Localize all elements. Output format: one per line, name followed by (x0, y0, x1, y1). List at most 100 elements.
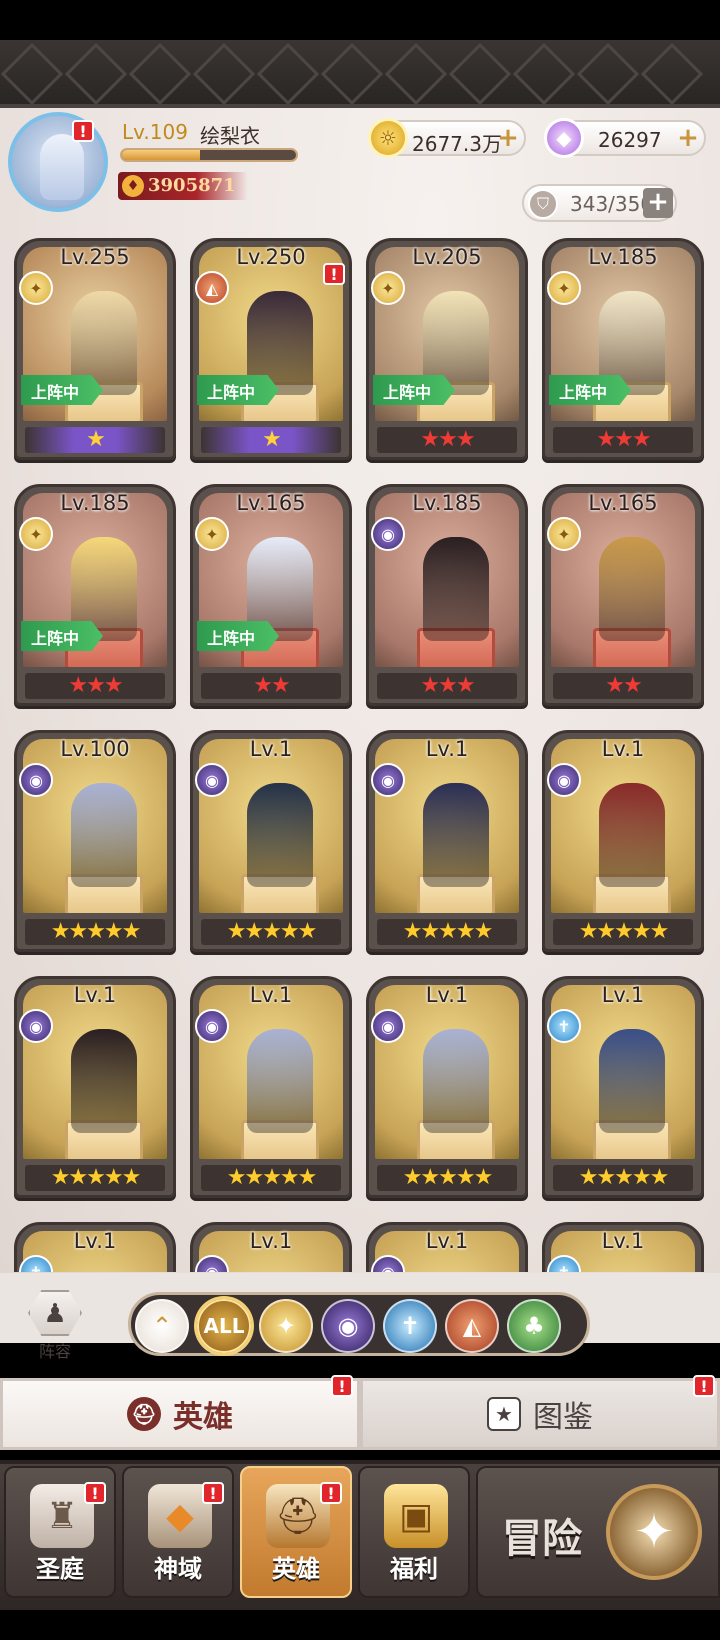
status-bar (0, 0, 720, 40)
nature-faction-icon[interactable]: ♣ (507, 1299, 561, 1353)
nav-welfare-label: 福利 (390, 1555, 438, 1583)
light-faction-icon: ✦ (371, 271, 405, 305)
hero-sprite (71, 1029, 137, 1133)
tab-heroes-alert-icon: ! (331, 1375, 353, 1397)
hero-sprite (599, 1029, 665, 1133)
tab-heroes[interactable]: ⛑ 英雄 ! (0, 1375, 360, 1450)
diamond-icon: ◆ (544, 118, 584, 158)
hero-card[interactable]: Lv.1 ✝ ★★★★★ (542, 976, 704, 1198)
hero-level: Lv.1 (601, 983, 645, 1007)
nav-heroes[interactable]: ⛑ 英雄 ! (240, 1466, 352, 1598)
hero-card[interactable]: Lv.1 ◉ ★★★★★ (542, 730, 704, 952)
nav-heroes-label: 英雄 (272, 1555, 320, 1583)
hero-sprite (71, 783, 137, 887)
hero-card[interactable]: Lv.1 ✝ (542, 1222, 704, 1272)
hero-card[interactable]: Lv.1 ◉ ★★★★★ (190, 730, 352, 952)
hero-level: Lv.1 (249, 983, 293, 1007)
power-icon: ♦ (122, 175, 144, 197)
hero-level: Lv.1 (601, 737, 645, 761)
tab-heroes-label: 英雄 (173, 1400, 233, 1435)
tab-codex-label: 图鉴 (533, 1400, 593, 1435)
nav-heroes-alert-icon: ! (320, 1482, 342, 1504)
dark-faction-icon: ◉ (195, 763, 229, 797)
bottom-system-bar (0, 1610, 720, 1640)
hero-card[interactable]: Lv.1 ◉ ★★★★★ (366, 730, 528, 952)
dark-faction-icon: ◉ (547, 763, 581, 797)
hero-card[interactable]: Lv.1 ◉ (366, 1222, 528, 1272)
hero-card[interactable]: Lv.100 ◉ ★★★★★ (14, 730, 176, 952)
compass-icon: ✦ (606, 1484, 702, 1580)
light-faction-icon: ✦ (547, 517, 581, 551)
nav-domain[interactable]: ◆ 神域 ! (122, 1466, 234, 1598)
add-diamond-button[interactable]: + (676, 125, 700, 151)
hero-card[interactable]: Lv.1 ◉ ★★★★★ (190, 976, 352, 1198)
hero-card[interactable]: Lv.1 ◉ ★★★★★ (366, 976, 528, 1198)
nav-court[interactable]: ♜ 圣庭 ! (4, 1466, 116, 1598)
hero-card[interactable]: Lv.1 ✝ (14, 1222, 176, 1272)
hero-level: Lv.165 (588, 491, 658, 515)
treasure-chest-icon: ▣ (384, 1484, 448, 1548)
helmet-icon: ⛉ (528, 189, 558, 219)
hero-card[interactable]: Lv.165 ✦ 上阵中 ★★ (190, 484, 352, 706)
hero-star-rating: ★ (201, 427, 341, 453)
hero-card[interactable]: Lv.255 ✦ 上阵中 ★ (14, 238, 176, 460)
xp-bar (120, 148, 298, 162)
hero-card[interactable]: Lv.1 ◉ ★★★★★ (14, 976, 176, 1198)
combat-power-value: 3905871 (148, 175, 236, 196)
hero-star-rating: ★★ (201, 673, 341, 699)
beast-faction-icon[interactable]: ◭ (445, 1299, 499, 1353)
faction-filter-bar: ⌃ ALL ✦ ◉ ✝ ◭ ♣ (128, 1292, 590, 1356)
hero-grid: Lv.255 ✦ 上阵中 ★ Lv.250 ◭ 上阵中! ★ Lv.205 ✦ 上阵中 ★★★ Lv.1… (0, 236, 720, 1272)
hero-star-rating: ★★ (553, 673, 693, 699)
hero-star-rating: ★★★ (377, 427, 517, 453)
dark-faction-icon: ◉ (371, 763, 405, 797)
hero-level: Lv.1 (425, 737, 469, 761)
add-gold-button[interactable]: + (496, 125, 520, 151)
deployed-tag: 上阵中 (197, 621, 279, 651)
hero-star-rating: ★★★★★ (553, 919, 693, 945)
hero-card[interactable]: Lv.165 ✦ ★★ (542, 484, 704, 706)
hero-star-rating: ★★★★★ (201, 1165, 341, 1191)
nav-domain-label: 神域 (154, 1555, 202, 1583)
light-faction-icon: ✦ (195, 517, 229, 551)
hero-capacity: ⛉ 343/350 + (522, 184, 677, 222)
nav-court-label: 圣庭 (36, 1555, 84, 1583)
filter-all-button[interactable]: ALL (197, 1299, 251, 1353)
hero-card[interactable]: Lv.185 ✦ 上阵中 ★★★ (542, 238, 704, 460)
holy-faction-icon[interactable]: ✝ (383, 1299, 437, 1353)
gold-currency: ☼ 2677.3万 + (368, 118, 526, 158)
player-avatar[interactable]: ! (8, 112, 108, 212)
nav-welfare[interactable]: ▣ 福利 (358, 1466, 470, 1598)
hero-card[interactable]: Lv.185 ✦ 上阵中 ★★★ (14, 484, 176, 706)
nav-adventure[interactable]: 冒险 ✦ (476, 1466, 720, 1598)
light-faction-icon[interactable]: ✦ (259, 1299, 313, 1353)
player-level: Lv.109 (122, 120, 188, 144)
hero-alert-icon: ! (323, 263, 345, 285)
hero-level: Lv.185 (588, 245, 658, 269)
hero-card[interactable]: Lv.185 ◉ ★★★ (366, 484, 528, 706)
team-button[interactable]: ♟ 阵容 (20, 1290, 90, 1362)
deployed-tag: 上阵中 (21, 621, 103, 651)
hero-helmet-icon: ⛑ (127, 1397, 161, 1431)
hero-star-rating: ★★★★★ (553, 1165, 693, 1191)
combat-power: ♦ 3905871 (118, 172, 248, 200)
hero-sprite (599, 537, 665, 641)
hero-card[interactable]: Lv.1 ◉ (190, 1222, 352, 1272)
hero-star-rating: ★★★★★ (377, 919, 517, 945)
expand-capacity-button[interactable]: + (643, 188, 673, 218)
hero-level: Lv.185 (60, 491, 130, 515)
hero-sprite (247, 783, 313, 887)
avatar-alert-icon: ! (72, 120, 94, 142)
hero-level: Lv.100 (60, 737, 130, 761)
hero-star-rating: ★★★★★ (377, 1165, 517, 1191)
hero-star-rating: ★★★ (25, 673, 165, 699)
hero-card[interactable]: Lv.205 ✦ 上阵中 ★★★ (366, 238, 528, 460)
dark-faction-icon[interactable]: ◉ (321, 1299, 375, 1353)
deployed-tag: 上阵中 (21, 375, 103, 405)
hero-card[interactable]: Lv.250 ◭ 上阵中! ★ (190, 238, 352, 460)
dark-faction-icon: ◉ (19, 1009, 53, 1043)
hero-level: Lv.1 (425, 1229, 469, 1253)
tab-codex[interactable]: ★ 图鉴 ! (360, 1375, 720, 1450)
holy-faction-icon: ✝ (547, 1009, 581, 1043)
sort-up-icon[interactable]: ⌃ (135, 1299, 189, 1353)
